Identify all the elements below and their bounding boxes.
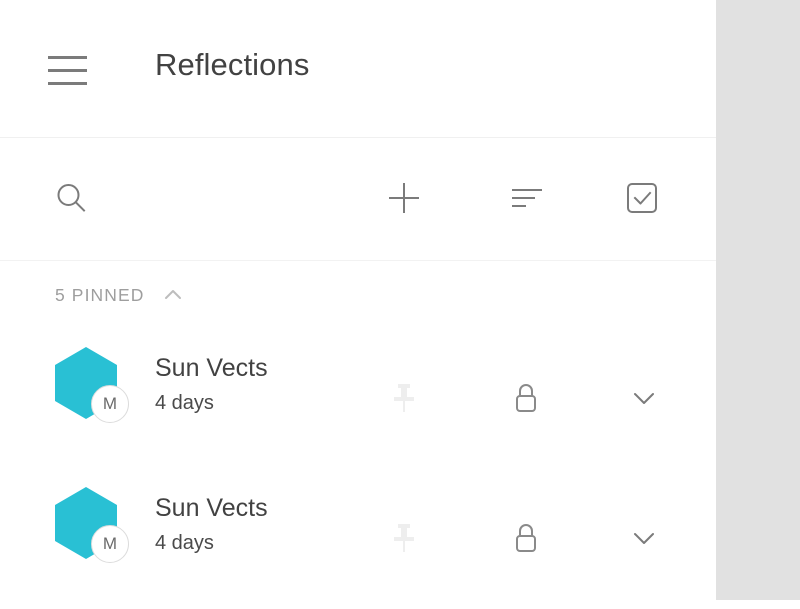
toolbar — [0, 138, 716, 261]
side-panel — [716, 0, 800, 600]
avatar: M — [55, 347, 131, 429]
lock-button[interactable] — [499, 469, 553, 609]
lock-icon — [511, 521, 541, 558]
app-bar: Reflections — [0, 0, 716, 138]
section-header-pinned[interactable]: 5 PINNED — [0, 261, 716, 329]
sort-icon — [510, 183, 544, 216]
list-item-subtitle: 4 days — [155, 392, 214, 414]
page-title: Reflections — [155, 47, 310, 82]
search-icon — [54, 181, 88, 218]
pin-button[interactable] — [377, 329, 431, 469]
pin-icon — [391, 521, 417, 558]
hamburger-menu-icon[interactable] — [48, 46, 102, 94]
list-item-title: Sun Vects — [155, 494, 268, 522]
lock-icon — [511, 381, 541, 418]
list-item-title: Sun Vects — [155, 354, 268, 382]
avatar: M — [55, 487, 131, 569]
pin-icon — [391, 381, 417, 418]
add-icon — [387, 181, 421, 218]
expand-button[interactable] — [617, 329, 671, 469]
main-content-column: Reflections 5 PINNED M Sun Vects 4 days … — [0, 0, 716, 600]
list-item-text: Sun Vects 4 days — [155, 491, 375, 558]
select-all-icon — [625, 181, 659, 218]
avatar-badge: M — [91, 525, 129, 563]
expand-button[interactable] — [617, 469, 671, 609]
chevron-down-icon — [629, 526, 659, 553]
lock-button[interactable] — [499, 329, 553, 469]
sort-button[interactable] — [498, 138, 556, 260]
list-item[interactable]: M Sun Vects 4 days — [0, 329, 716, 469]
pin-button[interactable] — [377, 469, 431, 609]
chevron-down-icon — [629, 386, 659, 413]
app-screen: Reflections 5 PINNED M Sun Vects 4 days … — [0, 0, 800, 600]
add-button[interactable] — [375, 138, 433, 260]
list-item[interactable]: M Sun Vects 4 days — [0, 469, 716, 609]
list-item-subtitle: 4 days — [155, 532, 214, 554]
hamburger-line — [48, 68, 87, 72]
section-header-label: 5 PINNED — [55, 284, 145, 305]
search-button[interactable] — [42, 138, 100, 260]
pinned-list: 5 PINNED M Sun Vects 4 days M Sun Vects … — [0, 261, 716, 609]
hamburger-line — [48, 81, 87, 85]
select-all-button[interactable] — [613, 138, 671, 260]
list-item-text: Sun Vects 4 days — [155, 351, 375, 418]
avatar-badge: M — [91, 385, 129, 423]
hamburger-line — [48, 55, 87, 59]
chevron-up-icon[interactable] — [161, 283, 185, 307]
